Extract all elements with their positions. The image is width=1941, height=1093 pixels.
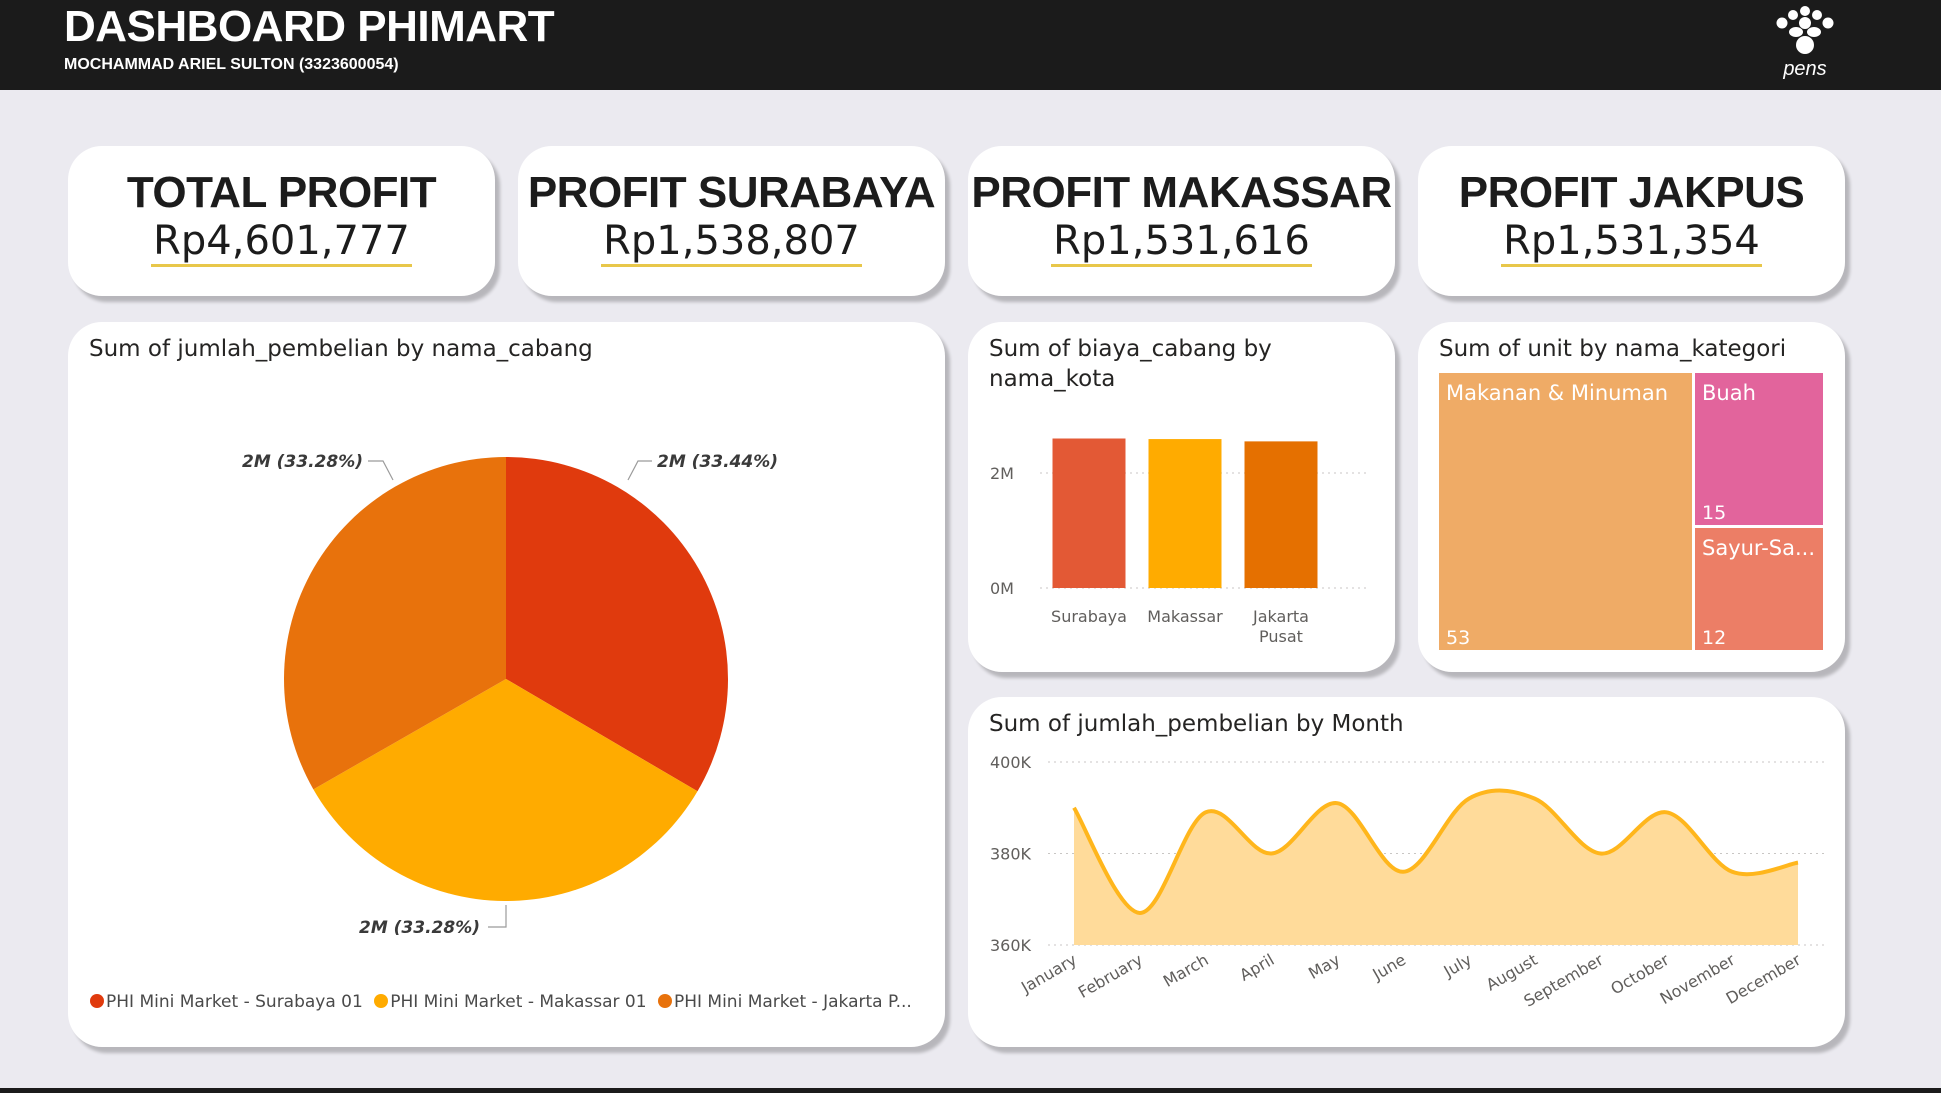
x-tick-label: March <box>1160 950 1212 991</box>
pie-data-label: 2M (33.28%) <box>242 452 363 472</box>
x-tick-label: April <box>1236 950 1277 985</box>
logo-text: pens <box>1783 58 1827 80</box>
legend-item[interactable]: PHI Mini Market - Jakarta P... <box>657 992 912 1012</box>
y-tick-label: 2M <box>990 464 1014 483</box>
pie-chart[interactable]: 2M (33.44%) 2M (33.28%) 2M (33.28%) <box>68 322 945 972</box>
kpi-value: Rp1,531,354 <box>1501 218 1762 267</box>
legend-dot <box>657 994 672 1008</box>
kpi-value: Rp1,538,807 <box>601 218 862 267</box>
x-tick-label: January <box>1017 950 1080 997</box>
x-tick-label: July <box>1440 950 1475 981</box>
x-tick-label: June <box>1369 950 1410 984</box>
kpi-value: Rp1,531,616 <box>1051 218 1312 267</box>
treemap-card[interactable]: Sum of unit by nama_kategori Makanan & M… <box>1418 322 1845 672</box>
legend-item[interactable]: PHI Mini Market - Surabaya 01 <box>90 992 363 1012</box>
treemap-value: 12 <box>1702 627 1726 649</box>
treemap-label: Makanan & Minuman <box>1446 381 1668 405</box>
line-chart-card[interactable]: Sum of jumlah_pembelian by Month 400K 380… <box>968 697 1845 1047</box>
legend-dot <box>90 994 104 1008</box>
treemap-tile[interactable] <box>1439 373 1692 650</box>
dashboard-subtitle: MOCHAMMAD ARIEL SULTON (3323600054) <box>64 56 399 73</box>
pens-logo-icon: pens <box>1761 2 1849 82</box>
area-chart[interactable]: 400K 380K 360K JanuaryFebruary March April Ma… <box>968 697 1845 1047</box>
pie-data-label: 2M (33.44%) <box>657 452 778 472</box>
x-tick-label: Surabaya <box>1051 607 1127 626</box>
kpi-card-profit-jakpus: PROFIT JAKPUS Rp1,531,354 <box>1418 146 1845 296</box>
treemap-label: Sayur-Sa... <box>1702 536 1815 560</box>
dashboard-title: DASHBOARD PHIMART <box>64 2 555 51</box>
x-tick-label: May <box>1305 950 1343 983</box>
kpi-card-profit-makassar: PROFIT MAKASSAR Rp1,531,616 <box>968 146 1395 296</box>
kpi-title: PROFIT JAKPUS <box>1458 168 1805 217</box>
y-tick-label: 0M <box>990 579 1014 598</box>
y-tick-label: 380K <box>990 845 1032 864</box>
bar[interactable] <box>1148 439 1222 588</box>
legend-label: PHI Mini Market - Jakarta P... <box>673 992 912 1012</box>
kpi-title: TOTAL PROFIT <box>126 168 437 217</box>
kpi-card-total-profit: TOTAL PROFIT Rp4,601,777 <box>68 146 495 296</box>
x-tick-label: Makassar <box>1147 607 1223 626</box>
pie-label-leader <box>488 905 507 928</box>
bar[interactable] <box>1052 438 1126 589</box>
treemap-value: 15 <box>1702 502 1726 524</box>
kpi-title: PROFIT SURABAYA <box>527 168 936 217</box>
pie-chart-card[interactable]: Sum of jumlah_pembelian by nama_cabang 2… <box>68 322 945 1047</box>
kpi-value: Rp4,601,777 <box>151 218 412 267</box>
x-tick-label: Pusat <box>1259 627 1303 646</box>
treemap-value: 53 <box>1446 627 1470 649</box>
kpi-title: PROFIT MAKASSAR <box>971 168 1392 217</box>
kpi-card-profit-surabaya: PROFIT SURABAYA Rp1,538,807 <box>518 146 945 296</box>
y-tick-label: 400K <box>990 753 1032 772</box>
area-fill <box>1074 790 1798 945</box>
bar[interactable] <box>1244 441 1318 588</box>
legend-label: PHI Mini Market - Makassar 01 <box>390 992 647 1012</box>
x-tick-label: February <box>1075 950 1146 1002</box>
legend-dot <box>374 994 389 1008</box>
bar-chart[interactable]: 2M 0M Surabaya Makassar JakartaPusat <box>968 322 1395 672</box>
treemap-label: Buah <box>1702 381 1756 405</box>
x-tick-label: December <box>1723 950 1805 1008</box>
pie-label-leader <box>368 460 394 481</box>
bar-chart-card[interactable]: Sum of biaya_cabang by nama_kota 2M 0M Su… <box>968 322 1395 672</box>
pie-legend: PHI Mini Market - Surabaya 01 PHI Mini M… <box>90 992 918 1012</box>
pie-label-leader <box>627 460 652 481</box>
legend-label: PHI Mini Market - Surabaya 01 <box>106 992 363 1012</box>
pie-data-label: 2M (33.28%) <box>359 918 480 938</box>
y-tick-label: 360K <box>990 936 1032 955</box>
bottom-border <box>0 1088 1941 1093</box>
legend-item[interactable]: PHI Mini Market - Makassar 01 <box>374 992 647 1012</box>
x-tick-label: Jakarta <box>1252 607 1309 626</box>
treemap-chart[interactable]: Makanan & Minuman 53 Buah 15 Sayur-Sa...… <box>1418 322 1845 672</box>
header-bar: DASHBOARD PHIMART MOCHAMMAD ARIEL SULTON… <box>0 0 1941 90</box>
